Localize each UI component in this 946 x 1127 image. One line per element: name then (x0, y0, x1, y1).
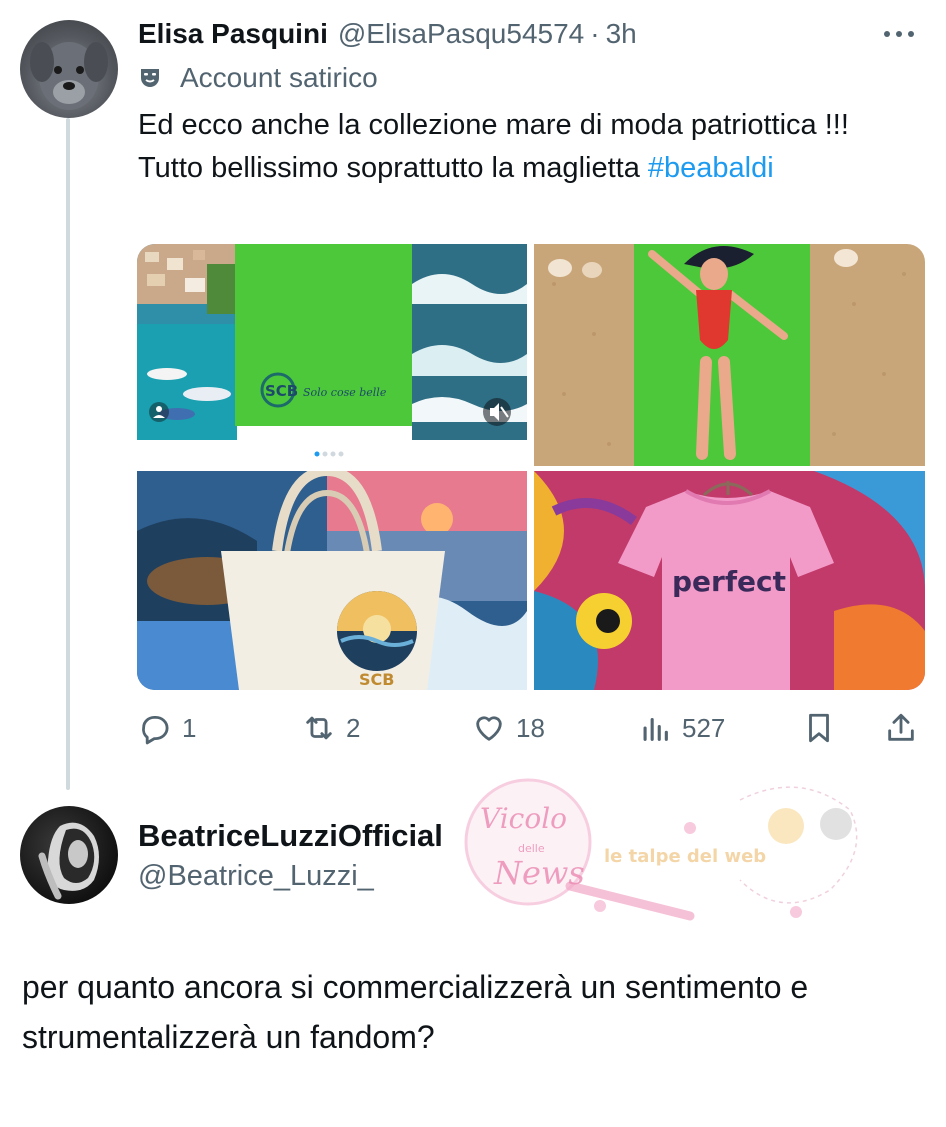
like-count: 18 (516, 712, 545, 743)
thread-line (66, 118, 70, 790)
repost-icon (306, 716, 332, 740)
watermark-tagline: le talpe del web (604, 846, 766, 867)
watermark-line1: Vicolo (480, 802, 567, 835)
author-handle[interactable]: @ElisaPasqu54574 (338, 18, 584, 50)
satire-mask-icon (141, 69, 159, 87)
reply-author-avatar[interactable] (20, 806, 118, 904)
share-button[interactable] (884, 706, 928, 750)
views-count: 527 (682, 712, 726, 743)
views-icon (643, 717, 668, 741)
tweet-time[interactable]: 3h (606, 18, 637, 50)
shirt-text: perfect (672, 565, 786, 598)
watermark-line2: delle (518, 842, 545, 855)
media-grid: SCB Solo cose belle SCB perfect (137, 244, 925, 690)
views-button[interactable]: 527 (638, 706, 725, 750)
repost-button[interactable]: 2 (302, 706, 360, 750)
account-label-text: Account satirico (180, 62, 378, 93)
reply-text: per quanto ancora si commercializzerà un… (22, 969, 809, 1055)
hashtag-link[interactable]: #beabaldi (648, 152, 774, 184)
like-icon (476, 716, 502, 741)
share-icon (888, 713, 914, 741)
tweet-text: Ed ecco anche la collezione mare di moda… (138, 104, 918, 190)
svg-text:SCB: SCB (265, 382, 298, 400)
watermark-logo: Vicolo delle News le talpe del web (464, 778, 858, 921)
reply-button[interactable]: 1 (138, 706, 196, 750)
reply-author-name[interactable]: BeatriceLuzziOfficial (138, 818, 443, 854)
reply-count: 1 (182, 712, 197, 743)
tweet-header: Elisa Pasquini @ElisaPasqu54574 · 3h (138, 16, 637, 52)
watermark-line3: News (493, 854, 585, 892)
bookmark-button[interactable] (802, 706, 846, 750)
media-tote-bag[interactable]: SCB (137, 471, 527, 690)
media-beach-towel[interactable] (534, 244, 925, 466)
towel-brand-text: Solo cose belle (303, 386, 387, 399)
more-icon[interactable] (884, 22, 924, 46)
bookmark-icon (809, 713, 829, 743)
reply-icon (142, 715, 169, 745)
separator: · (590, 18, 600, 49)
reply-author-handle[interactable]: @Beatrice_Luzzi_ (138, 860, 374, 893)
like-button[interactable]: 18 (472, 706, 545, 750)
media-towel-video[interactable]: SCB Solo cose belle (137, 244, 527, 466)
author-avatar[interactable] (20, 20, 118, 118)
media-tshirt[interactable]: perfect (534, 471, 925, 690)
tweet-actions: 1 2 18 527 (138, 706, 928, 750)
bag-brand-text: SCB (359, 670, 394, 689)
repost-count: 2 (346, 712, 361, 743)
author-name[interactable]: Elisa Pasquini (138, 18, 328, 50)
account-label[interactable]: Account satirico (138, 60, 378, 96)
